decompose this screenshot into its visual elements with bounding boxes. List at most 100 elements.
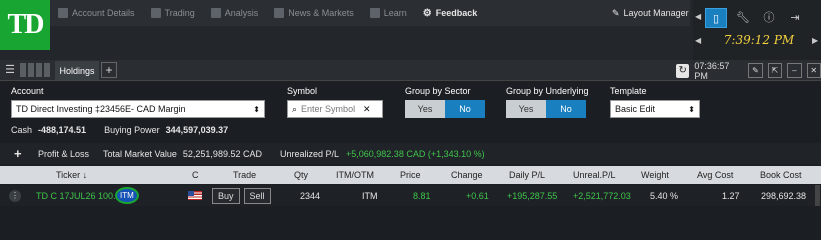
nav-label: Account Details xyxy=(72,8,135,18)
template-value: Basic Edit xyxy=(615,104,656,114)
refresh-icon[interactable]: ↻ xyxy=(676,63,690,78)
cell-unreal-pl: +2,521,772.03 xyxy=(573,190,631,201)
nav-label: News & Markets xyxy=(288,8,354,18)
learn-icon xyxy=(369,8,380,18)
profit-loss-label[interactable]: Profit & Loss xyxy=(38,149,89,159)
symbol-search-field[interactable]: ⌕ ✕ xyxy=(287,100,383,118)
main-nav: Account Details Trading Analysis News & … xyxy=(50,0,690,26)
symbol-label: Symbol xyxy=(287,86,318,96)
account-label: Account xyxy=(11,86,44,96)
col-unreal-pl[interactable]: Unreal.P/L xyxy=(573,166,616,184)
nav-label: Feedback xyxy=(435,8,478,18)
popout-icon[interactable]: ⇱ xyxy=(767,63,783,78)
col-avg-cost[interactable]: Avg Cost xyxy=(697,166,733,184)
us-flag-icon xyxy=(188,191,202,200)
col-qty[interactable]: Qty xyxy=(294,166,308,184)
scrollbar[interactable] xyxy=(815,185,820,206)
nav-label: Trading xyxy=(164,8,195,18)
cash-value: -488,174.51 xyxy=(38,125,87,135)
cell-qty: 2344 xyxy=(300,190,321,201)
cell-ticker[interactable]: TD C 17JUL26 100.0 xyxy=(36,185,121,206)
logout-icon[interactable]: ⇥ xyxy=(785,8,805,26)
account-details-icon xyxy=(58,8,68,18)
cell-change: +0.61 xyxy=(466,190,489,201)
underlying-yes-button[interactable]: Yes xyxy=(506,100,546,118)
cash-row: Cash -488,174.51 Buying Power 344,597,03… xyxy=(11,125,228,135)
cell-weight: 5.40 % xyxy=(650,190,679,201)
clear-icon[interactable]: ✕ xyxy=(363,104,371,115)
updown-arrows-icon: ⬍ xyxy=(253,104,260,114)
col-weight[interactable]: Weight xyxy=(641,166,669,184)
analysis-icon xyxy=(210,8,221,18)
group-by-underlying-label: Group by Underlying xyxy=(506,86,589,96)
sell-button[interactable]: Sell xyxy=(243,187,271,204)
col-trade[interactable]: Trade xyxy=(233,166,256,184)
table-row[interactable]: ⋮ TD C 17JUL26 100.0 ITM Buy Sell 2344 I… xyxy=(0,185,821,206)
minimize-icon[interactable]: – xyxy=(787,63,802,78)
group-by-underlying-toggle: Yes No xyxy=(506,100,586,118)
updown-arrows-icon: ⬍ xyxy=(688,104,695,114)
cash-label: Cash xyxy=(11,125,33,135)
nav-news-markets[interactable]: News & Markets xyxy=(266,0,362,26)
collapse-left-arrow-icon[interactable]: ◀ xyxy=(695,12,701,21)
col-book-cost[interactable]: Book Cost xyxy=(760,166,802,184)
nav-label: Learn xyxy=(383,8,407,18)
tab-holdings[interactable]: Holdings xyxy=(55,61,99,80)
nav-analysis[interactable]: Analysis xyxy=(203,0,267,26)
info-icon[interactable]: ⓘ xyxy=(759,8,779,26)
profit-loss-bar: + Profit & Loss Total Market Value 52,25… xyxy=(0,143,821,164)
edit-icon[interactable]: ✎ xyxy=(748,63,763,78)
column-icons[interactable] xyxy=(20,63,50,77)
nav-feedback[interactable]: ⚙ Feedback xyxy=(415,0,486,26)
col-daily-pl[interactable]: Daily P/L xyxy=(509,166,545,184)
side-clock: 7:39:12 PM xyxy=(723,33,795,47)
template-label: Template xyxy=(610,86,647,96)
sector-yes-button[interactable]: Yes xyxy=(405,100,445,118)
buying-power-value: 344,597,039.37 xyxy=(165,125,229,135)
unrealized-pl-value: +5,060,982.38 CAD (+1,343.10 %) xyxy=(346,148,485,159)
expand-plus-icon[interactable]: + xyxy=(14,146,26,161)
col-change[interactable]: Change xyxy=(451,166,483,184)
account-select[interactable]: TD Direct Investing ‡23456E- CAD Margin … xyxy=(11,100,265,118)
unrealized-pl-label: Unrealized P/L xyxy=(279,148,340,159)
holdings-bar-tools: ↻ 07:36:57 PM ✎ ⇱ – ✕ xyxy=(676,60,821,81)
cell-itm-otm: ITM xyxy=(362,190,378,201)
col-ticker[interactable]: Ticker ↓ xyxy=(56,166,87,184)
layout-manager-label: Layout Manager xyxy=(623,8,689,18)
nav-trading[interactable]: Trading xyxy=(143,0,203,26)
mobile-icon[interactable]: ▯ xyxy=(705,8,727,28)
group-by-sector-toggle: Yes No xyxy=(405,100,485,118)
hamburger-menu-icon[interactable]: ☰ xyxy=(3,63,17,77)
account-value: TD Direct Investing ‡23456E- CAD Margin xyxy=(16,104,186,114)
col-itm-otm[interactable]: ITM/OTM xyxy=(336,166,374,184)
cell-price: 8.81 xyxy=(413,190,431,201)
group-by-sector-label: Group by Sector xyxy=(405,86,471,96)
wrench-icon[interactable]: 🔧︎ xyxy=(733,8,753,26)
search-icon: ⌕ xyxy=(292,103,298,114)
buy-button[interactable]: Buy xyxy=(212,187,240,204)
col-c[interactable]: C xyxy=(192,166,199,184)
row-menu-icon[interactable]: ⋮ xyxy=(9,189,21,202)
cell-daily-pl: +195,287.55 xyxy=(507,190,558,201)
layout-manager-button[interactable]: ✎ Layout Manager xyxy=(612,0,689,26)
add-tab-button[interactable]: + xyxy=(101,62,117,78)
collapse-left-arrow-icon[interactable]: ◀ xyxy=(695,36,701,45)
nav-account-details[interactable]: Account Details xyxy=(50,0,143,26)
symbol-input[interactable] xyxy=(301,104,364,114)
td-logo[interactable]: TD xyxy=(0,0,50,50)
itm-badge: ITM xyxy=(115,187,139,204)
sector-no-button[interactable]: No xyxy=(445,100,485,118)
feedback-icon: ⚙ xyxy=(422,7,432,19)
total-market-value-label: Total Market Value xyxy=(103,148,177,159)
underlying-no-button[interactable]: No xyxy=(546,100,586,118)
pencil-icon: ✎ xyxy=(612,7,620,18)
holdings-time: 07:36:57 PM xyxy=(694,60,730,81)
total-market-value: 52,251,989.52 CAD xyxy=(182,148,262,159)
holdings-table-header: Ticker ↓ C Trade Qty ITM/OTM Price Chang… xyxy=(0,166,821,184)
nav-learn[interactable]: Learn xyxy=(362,0,415,26)
template-select[interactable]: Basic Edit ⬍ xyxy=(610,100,700,118)
trading-icon xyxy=(150,8,161,18)
cell-avg-cost: 1.27 xyxy=(722,190,740,201)
col-price[interactable]: Price xyxy=(400,166,421,184)
close-icon[interactable]: ✕ xyxy=(806,63,821,78)
